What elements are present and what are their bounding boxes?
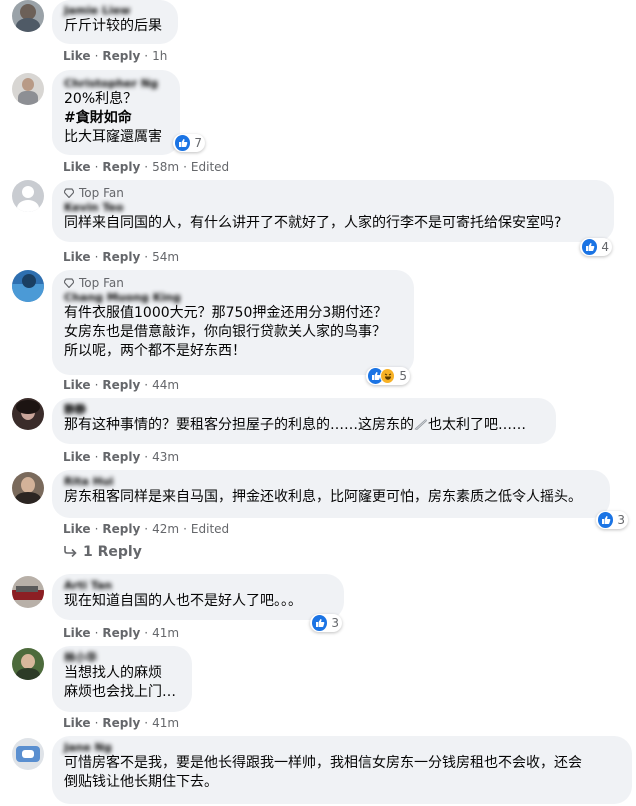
comment-actions: Like · Reply · 44m [63, 378, 180, 392]
reply-link[interactable]: Reply [102, 522, 140, 536]
timestamp[interactable]: 54m [152, 250, 179, 264]
comment-text: 可惜房客不是我，要是他长得跟我一样帅，我相信女房东一分钱房租也不会收，还会 [64, 755, 582, 771]
reply-link[interactable]: Reply [102, 250, 140, 264]
reply-arrow-icon [63, 545, 77, 558]
like-link[interactable]: Like [63, 160, 91, 174]
avatar[interactable] [12, 73, 44, 105]
comment-text: 20%利息？ [64, 91, 138, 107]
comment-author[interactable]: Arti Tan [64, 579, 332, 592]
comment-actions: Like · Reply · 43m [63, 450, 180, 464]
avatar[interactable] [12, 576, 44, 608]
comment-text: 麻烦也会找上门… [64, 684, 176, 700]
reaction-count[interactable]: 5 [366, 367, 410, 385]
reaction-count[interactable]: 7 [173, 134, 205, 152]
comment-bubble: Top Fan Chang Muong King 有件衣服值1000大元？那75… [52, 270, 414, 375]
haha-icon [380, 368, 396, 384]
reply-link[interactable]: Reply [102, 49, 140, 63]
reply-link[interactable]: Reply [102, 626, 140, 640]
comment-author[interactable]: 林小华 [64, 651, 180, 664]
comment-text: 倒贴钱让他长期住下去。 [64, 774, 218, 790]
edited-label[interactable]: Edited [191, 522, 229, 536]
comment-bubble: Christopher Ng 20%利息？ #貪財如命 比大耳窿還厲害 [52, 70, 180, 155]
comment-bubble: Arti Tan 现在知道自国的人也不是好人了吧。。。 [52, 574, 344, 620]
avatar[interactable] [12, 0, 44, 32]
timestamp[interactable]: 41m [152, 626, 179, 640]
knife-emoji-icon [414, 417, 428, 430]
comment-text: 比大耳窿還厲害 [64, 129, 162, 145]
comment-bubble: 林小华 当想找人的麻烦 麻烦也会找上门… [52, 646, 192, 712]
comment-text: 现在知道自国的人也不是好人了吧。。。 [64, 593, 302, 609]
comment-actions: Like · Reply · 42m · Edited [63, 522, 230, 536]
comment-actions: Like · Reply · 58m · Edited [63, 160, 230, 174]
thumbs-up-icon [312, 615, 328, 631]
reaction-count[interactable]: 3 [596, 511, 628, 529]
reply-link[interactable]: Reply [102, 450, 140, 464]
comment-author[interactable]: 静静 [64, 403, 544, 416]
like-link[interactable]: Like [63, 716, 91, 730]
timestamp[interactable]: 41m [152, 716, 179, 730]
timestamp[interactable]: 1h [152, 49, 167, 63]
comment-author[interactable]: Christopher Ng [64, 77, 168, 90]
thumbs-up-icon [598, 512, 614, 528]
top-fan-badge: Top Fan [63, 186, 602, 201]
comment-author[interactable]: Jane Ng [64, 741, 620, 754]
like-link[interactable]: Like [63, 522, 91, 536]
avatar[interactable] [12, 270, 44, 302]
timestamp[interactable]: 44m [152, 378, 179, 392]
avatar[interactable] [12, 472, 44, 504]
comment-actions: Like · Reply · 1h [63, 49, 168, 63]
comment-author[interactable]: Jamie Liew [64, 4, 166, 17]
reply-link[interactable]: Reply [102, 716, 140, 730]
view-replies-link[interactable]: 1 Reply [63, 544, 142, 560]
timestamp[interactable]: 43m [152, 450, 179, 464]
avatar[interactable] [12, 648, 44, 680]
comment-bubble: Rita Hui 房东租客同样是来自马国，押金还收利息，比阿窿更可怕，房东素质之… [52, 470, 610, 518]
like-link[interactable]: Like [63, 49, 91, 63]
reply-link[interactable]: Reply [102, 378, 140, 392]
comment-text: 斤斤计较的后果 [64, 18, 162, 34]
top-fan-gem-icon [63, 277, 75, 289]
edited-label[interactable]: Edited [191, 160, 229, 174]
reaction-count[interactable]: 4 [580, 238, 612, 256]
reaction-count[interactable]: 3 [310, 614, 342, 632]
thumbs-up-icon [175, 135, 191, 151]
thumbs-up-icon [582, 239, 598, 255]
comment-bubble: Top Fan Kevin Teo 同样来自同国的人，有什么讲开了不就好了，人家… [52, 180, 614, 242]
hashtag-link[interactable]: #貪財如命 [64, 110, 132, 126]
comment-text: 那有这种事情的？要租客分担屋子的利息的……这房东的 [64, 417, 414, 433]
comment-author[interactable]: Chang Muong King [64, 291, 402, 304]
like-link[interactable]: Like [63, 378, 91, 392]
comment-text: 同样来自同国的人，有什么讲开了不就好了，人家的行李不是可寄托给保安室吗? [64, 215, 562, 231]
top-fan-badge: Top Fan [63, 276, 402, 291]
like-link[interactable]: Like [63, 250, 91, 264]
comment-text: 有件衣服值1000大元？那750押金还用分3期付还？ [64, 305, 388, 321]
avatar[interactable] [12, 398, 44, 430]
comment-actions: Like · Reply · 54m [63, 250, 180, 264]
comment-text: 房东租客同样是来自马国，押金还收利息，比阿窿更可怕，房东素质之低令人摇头。 [64, 489, 582, 505]
like-link[interactable]: Like [63, 626, 91, 640]
timestamp[interactable]: 58m [152, 160, 179, 174]
comment-text: 当想找人的麻烦 [64, 665, 162, 681]
comment-author[interactable]: Rita Hui [64, 475, 598, 488]
comment-actions: Like · Reply · 41m [63, 716, 180, 730]
avatar[interactable] [12, 180, 44, 212]
comment-text: 女房东也是借意敲诈，你向银行贷款关人家的鸟事？ [64, 324, 386, 340]
comment-bubble: Jane Ng 可惜房客不是我，要是他长得跟我一样帅，我相信女房东一分钱房租也不… [52, 736, 632, 804]
comment-bubble: Jamie Liew 斤斤计较的后果 [52, 0, 178, 44]
comment-text: 所以呢，两个都不是好东西！ [64, 343, 246, 359]
reply-link[interactable]: Reply [102, 160, 140, 174]
avatar[interactable] [12, 738, 44, 770]
like-link[interactable]: Like [63, 450, 91, 464]
comment-text: 也太利了吧…… [428, 417, 526, 433]
comment-author[interactable]: Kevin Teo [64, 201, 602, 214]
comment-actions: Like · Reply · 41m [63, 626, 180, 640]
timestamp[interactable]: 42m [152, 522, 179, 536]
comment-bubble: 静静 那有这种事情的？要租客分担屋子的利息的……这房东的 也太利了吧…… [52, 398, 556, 444]
top-fan-gem-icon [63, 187, 75, 199]
